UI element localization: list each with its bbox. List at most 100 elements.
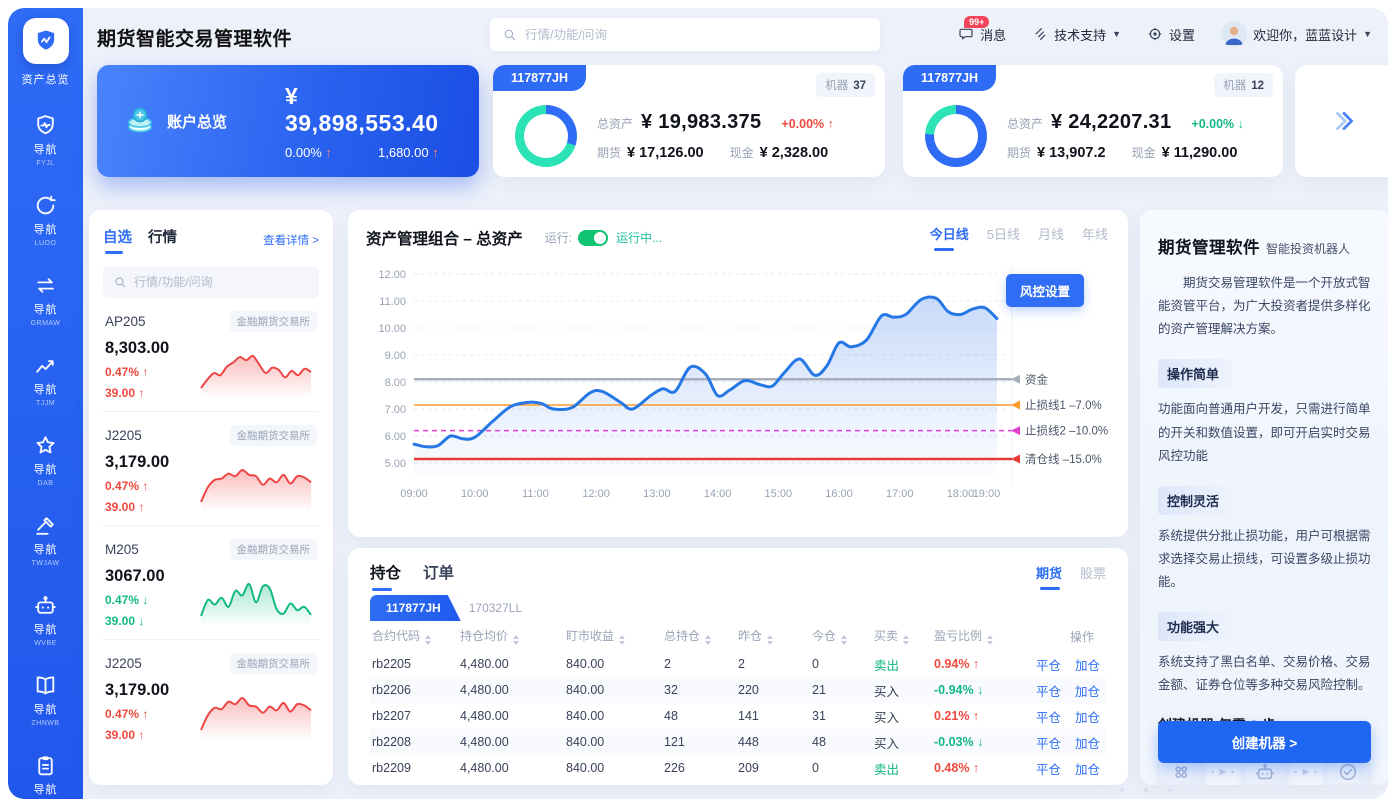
close-position-link[interactable]: 平仓: [1036, 655, 1061, 674]
watchlist-item-AP205[interactable]: AP205金融期货交易所8,303.000.47% ↑39.00 ↑: [103, 298, 319, 412]
carousel-dots[interactable]: [1120, 788, 1172, 792]
tab-futures[interactable]: 期货: [1036, 563, 1062, 590]
cell-yesterday-pos: 2: [738, 657, 812, 671]
create-robot-button[interactable]: 创建机器 >: [1158, 721, 1371, 763]
view-details-link[interactable]: 查看详情 >: [263, 232, 319, 248]
tab-positions[interactable]: 持仓: [370, 561, 401, 591]
add-position-link[interactable]: 加仓: [1075, 759, 1100, 778]
svg-text:12.00: 12.00: [378, 269, 406, 281]
sidebar-item-7[interactable]: 导航WVBE: [8, 587, 83, 653]
run-toggle[interactable]: [578, 230, 608, 246]
add-position-link[interactable]: 加仓: [1075, 733, 1100, 752]
sort-icon[interactable]: [705, 635, 711, 645]
watchlist-item-M205[interactable]: M205金融期货交易所3067.000.47% ↓39.00 ↓: [103, 526, 319, 640]
close-position-link[interactable]: 平仓: [1036, 733, 1061, 752]
sidebar-item-2[interactable]: 导航LUOO: [8, 187, 83, 253]
risk-settings-button[interactable]: 风控设置: [1006, 274, 1084, 307]
sort-icon[interactable]: [425, 635, 431, 645]
account-tab-117877JH[interactable]: 117877JH: [370, 595, 461, 621]
period-tab-年线[interactable]: 年线: [1082, 224, 1108, 251]
svg-text:18:00: 18:00: [947, 488, 975, 500]
refresh-icon: [33, 193, 58, 218]
period-tab-今日线[interactable]: 今日线: [930, 224, 969, 251]
sort-icon[interactable]: [987, 635, 993, 645]
sidebar-item-6[interactable]: 导航TWJAW: [8, 507, 83, 573]
search-input[interactable]: [525, 28, 868, 42]
tab-quotes[interactable]: 行情: [148, 226, 177, 254]
carousel-next-button[interactable]: [1331, 108, 1357, 139]
svg-text:7.00: 7.00: [385, 404, 406, 416]
sort-icon[interactable]: [841, 635, 847, 645]
add-position-link[interactable]: 加仓: [1075, 655, 1100, 674]
asset-chart-panel: 资产管理组合 – 总资产 运行: 运行中... 今日线5日线月线年线 风控设置 …: [348, 210, 1128, 537]
table-row[interactable]: rb22084,480.00840.0012144848买入-0.03% ↓平仓…: [370, 729, 1106, 755]
robot-icon: [33, 593, 58, 618]
svg-text:19:00: 19:00: [973, 488, 1001, 500]
watchlist-search-input[interactable]: [134, 275, 309, 289]
app-frame: 资产总览 导航FYJL 导航LUOO 导航GRMAW 导航TJJM 导航DAB 导航TWJ…: [8, 8, 1388, 799]
sidebar-item-1[interactable]: 导航FYJL: [8, 107, 83, 173]
sidebar-item-9[interactable]: 导航WHTJBS: [8, 747, 83, 799]
cell-code: rb2207: [372, 709, 460, 723]
settings-button[interactable]: 设置: [1147, 25, 1195, 44]
sidebar-item-asset-overview[interactable]: 资产总览: [22, 18, 70, 87]
dotted-arrow-icon: [1293, 767, 1319, 777]
account-card-2[interactable]: 117877JH机器12总资产¥ 24,2207.31+0.00% ↓期货¥ 1…: [903, 65, 1283, 177]
swap-icon: [33, 273, 58, 298]
sidebar-item-5[interactable]: 导航DAB: [8, 427, 83, 493]
account-card-1[interactable]: 117877JH机器37总资产¥ 19,983.375+0.00% ↑期货¥ 1…: [493, 65, 885, 177]
watchlist-item-J2205[interactable]: J2205金融期货交易所3,179.000.47% ↑39.00 ↑: [103, 412, 319, 526]
sort-icon[interactable]: [903, 635, 909, 645]
sort-icon[interactable]: [619, 635, 625, 645]
close-position-link[interactable]: 平仓: [1036, 707, 1061, 726]
sort-icon[interactable]: [513, 635, 519, 645]
cell-avg-price: 4,480.00: [460, 657, 566, 671]
tab-orders[interactable]: 订单: [423, 561, 454, 591]
support-menu[interactable]: 技术支持 ▼: [1032, 25, 1121, 44]
instrument-code: AP205: [105, 314, 146, 329]
tab-stocks[interactable]: 股票: [1080, 563, 1106, 590]
account-overview-card[interactable]: 账户总览 ¥ 39,898,553.40 0.00% ↑ 1,680.00 ↑: [97, 65, 479, 177]
svg-text:13:00: 13:00: [643, 488, 671, 500]
table-row[interactable]: rb22094,480.00840.002262090卖出0.48% ↑平仓加仓: [370, 755, 1106, 781]
tab-watchlist[interactable]: 自选: [103, 226, 132, 254]
messages-badge: 99+: [964, 16, 989, 28]
period-tab-月线[interactable]: 月线: [1038, 224, 1064, 251]
cell-total-pos: 48: [664, 709, 738, 723]
instrument-change-amt: 39.00 ↑: [105, 500, 197, 514]
cell-yesterday-pos: 220: [738, 683, 812, 697]
sort-icon[interactable]: [767, 635, 773, 645]
period-tab-5日线[interactable]: 5日线: [987, 224, 1020, 251]
chevrons-right-icon: [1331, 108, 1357, 134]
table-row[interactable]: rb22054,480.00840.00220卖出0.94% ↑平仓加仓: [370, 651, 1106, 677]
table-header-row: 合约代码持仓均价盯市收益总持仓昨仓今仓买卖盈亏比例操作: [370, 621, 1106, 651]
close-position-link[interactable]: 平仓: [1036, 759, 1061, 778]
add-position-link[interactable]: 加仓: [1075, 681, 1100, 700]
add-position-link[interactable]: 加仓: [1075, 707, 1100, 726]
cell-today-pos: 48: [812, 735, 874, 749]
run-label: 运行:: [545, 229, 572, 246]
watchlist-item-J2205[interactable]: J2205金融期货交易所3,179.000.47% ↑39.00 ↑: [103, 640, 319, 753]
instrument-change-amt: 39.00 ↑: [105, 386, 197, 400]
user-menu[interactable]: 欢迎你，蓝蓝设计 ▼: [1221, 21, 1372, 47]
page-title: 期货智能交易管理软件: [97, 24, 292, 51]
account-tab-170327LL[interactable]: 170327LL: [453, 595, 542, 621]
exchange-badge: 金融期货交易所: [230, 653, 318, 674]
table-row[interactable]: rb22074,480.00840.004814131买入0.21% ↑平仓加仓: [370, 703, 1106, 729]
table-row[interactable]: rb22064,480.00840.003222021买入-0.94% ↓平仓加…: [370, 677, 1106, 703]
sidebar-item-3[interactable]: 导航GRMAW: [8, 267, 83, 333]
up-arrow-icon: ↑: [432, 145, 439, 160]
sidebar-item-8[interactable]: 导航ZHNWB: [8, 667, 83, 733]
welcome-label: 欢迎你，蓝蓝设计: [1253, 25, 1357, 44]
promo-panel: 期货管理软件 智能投资机器人 期货交易管理软件是一个开放式智能资管平台，为广大投…: [1140, 210, 1388, 785]
sidebar-item-label: 导航: [34, 781, 58, 797]
close-position-link[interactable]: 平仓: [1036, 681, 1061, 700]
promo-title: 期货管理软件: [1158, 234, 1260, 258]
feature-text: 功能面向普通用户开发，只需进行简单的开关和数值设置，即可开启实时交易风控功能: [1158, 398, 1371, 467]
sidebar-item-4[interactable]: 导航TJJM: [8, 347, 83, 413]
sidebar-nav: 导航FYJL 导航LUOO 导航GRMAW 导航TJJM 导航DAB 导航TWJAW 导航W…: [8, 107, 83, 799]
book-icon: [33, 673, 58, 698]
column-header: 总持仓: [664, 627, 738, 645]
messages-button[interactable]: 99+ 消息: [958, 25, 1006, 44]
avatar-icon: [1221, 21, 1247, 47]
